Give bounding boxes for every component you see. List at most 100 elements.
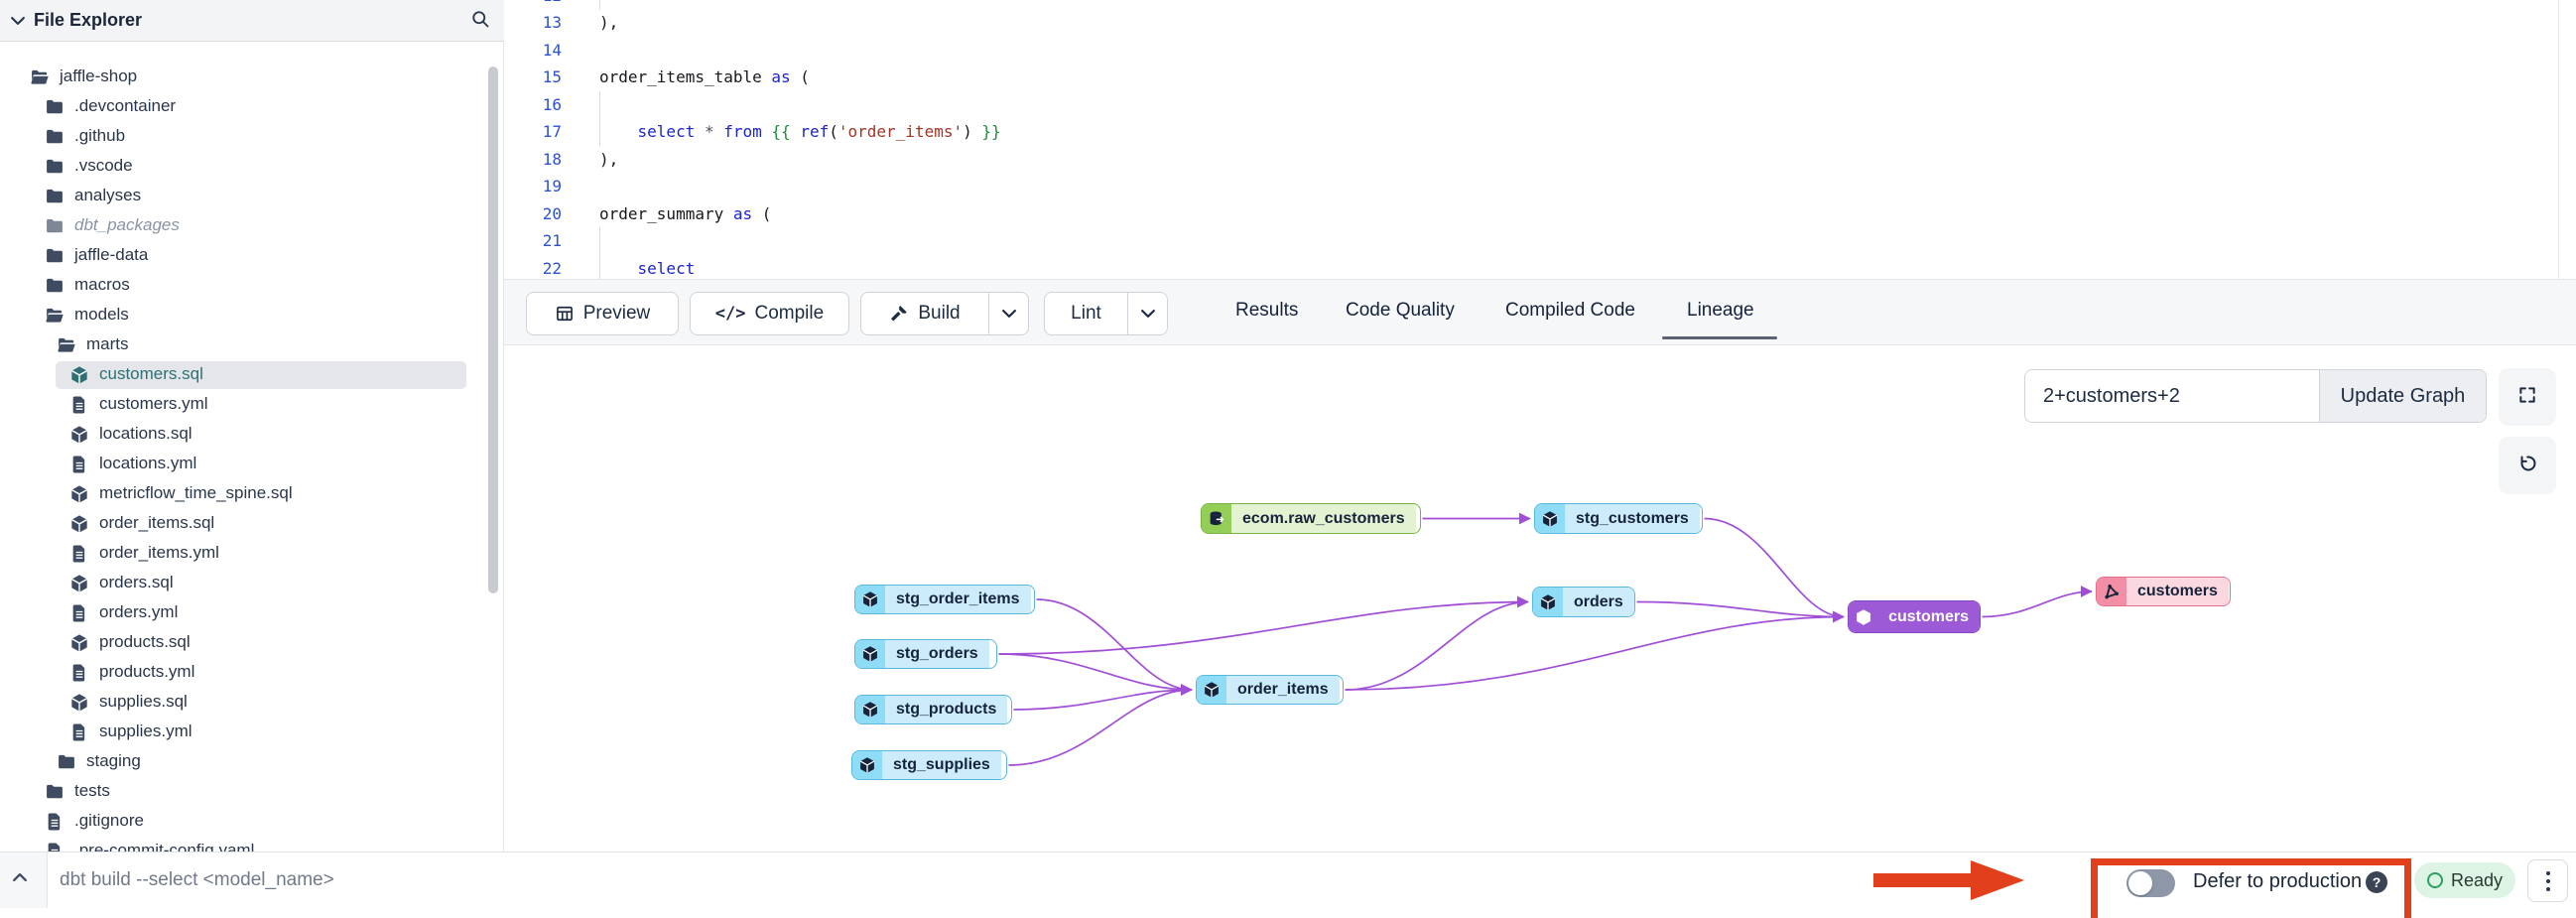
file-tree-scrollbar[interactable] bbox=[488, 66, 498, 593]
dbt-command-input[interactable] bbox=[60, 860, 1746, 900]
file-tree-item-locations-yml[interactable]: locations.yml bbox=[0, 450, 503, 479]
annotation-arrow-head bbox=[1971, 860, 2024, 900]
file-tree-item-products-sql[interactable]: products.sql bbox=[0, 628, 503, 658]
lineage-node-ecom_raw_customers[interactable]: ecom.raw_customers bbox=[1201, 503, 1421, 534]
defer-to-production-label: Defer to production bbox=[2193, 870, 2362, 893]
file-tree-item-customers-sql[interactable]: customers.sql bbox=[0, 360, 503, 390]
preview-button[interactable]: Preview bbox=[526, 292, 679, 335]
ready-status-icon bbox=[2427, 872, 2443, 888]
file-tree-item-metricflow-time-spine-sql[interactable]: metricflow_time_spine.sql bbox=[0, 479, 503, 509]
line-number: 18 bbox=[504, 146, 562, 174]
lineage-node-customers_exposure[interactable]: customers bbox=[2096, 577, 2231, 606]
lint-button[interactable]: Lint bbox=[1044, 292, 1128, 335]
folder-icon bbox=[45, 276, 64, 296]
model-icon bbox=[69, 574, 89, 593]
line-number: 13 bbox=[504, 9, 562, 37]
file-tree-item-marts[interactable]: marts bbox=[0, 330, 503, 360]
lineage-node-orders[interactable]: orders bbox=[1532, 587, 1635, 617]
file-tree-item-products-yml[interactable]: products.yml bbox=[0, 658, 503, 688]
indent-guide bbox=[599, 91, 600, 119]
node-label: stg_order_items bbox=[885, 586, 1031, 613]
file-tree-item-jaffle-data[interactable]: jaffle-data bbox=[0, 241, 503, 271]
tab-results[interactable]: Results bbox=[1235, 300, 1298, 322]
editor-scrollbar[interactable] bbox=[2558, 0, 2559, 279]
code-line-20: 20order_summary as ( bbox=[504, 200, 2576, 228]
code-line-13: 13), bbox=[504, 9, 2576, 37]
file-name: orders.yml bbox=[99, 602, 178, 622]
lineage-node-order_items[interactable]: order_items bbox=[1196, 675, 1344, 705]
doc-icon bbox=[69, 455, 89, 474]
file-tree-item-staging[interactable]: staging bbox=[0, 747, 503, 777]
file-tree-item-orders-sql[interactable]: orders.sql bbox=[0, 569, 503, 598]
node-label: orders bbox=[1563, 588, 1634, 616]
file-tree-item-customers-yml[interactable]: customers.yml bbox=[0, 390, 503, 420]
file-tree-item-tests[interactable]: tests bbox=[0, 777, 503, 807]
annotation-arrow bbox=[1873, 873, 1973, 887]
file-tree-item-supplies-yml[interactable]: supplies.yml bbox=[0, 718, 503, 747]
lineage-node-stg_products[interactable]: stg_products bbox=[854, 695, 1012, 724]
file-tree-item--gitignore[interactable]: .gitignore bbox=[0, 807, 503, 837]
file-name: orders.sql bbox=[99, 573, 174, 592]
file-tree-item-order-items-yml[interactable]: order_items.yml bbox=[0, 539, 503, 569]
button-label: Lint bbox=[1071, 303, 1101, 325]
file-explorer-header: File Explorer bbox=[0, 0, 504, 42]
fullscreen-button[interactable] bbox=[2499, 368, 2556, 426]
code-line-19: 19 bbox=[504, 173, 2576, 200]
lineage-node-customers[interactable]: customers bbox=[1848, 600, 1981, 633]
chevron-down-icon[interactable] bbox=[8, 11, 28, 31]
file-tree-item--devcontainer[interactable]: .devcontainer bbox=[0, 92, 503, 122]
node-label: ecom.raw_customers bbox=[1231, 504, 1416, 533]
file-tree-item--github[interactable]: .github bbox=[0, 122, 503, 152]
doc-icon bbox=[45, 842, 64, 852]
folder-icon bbox=[45, 216, 64, 236]
lineage-pane: ecom.raw_customers stg_customers stg_order… bbox=[504, 345, 2576, 852]
model-icon bbox=[69, 425, 89, 445]
search-icon[interactable] bbox=[470, 9, 494, 33]
lineage-node-stg_order_items[interactable]: stg_order_items bbox=[854, 585, 1035, 614]
chevron-up-icon[interactable] bbox=[10, 867, 36, 893]
tab-code-quality[interactable]: Code Quality bbox=[1346, 300, 1455, 322]
model-icon bbox=[69, 484, 89, 504]
file-name: .github bbox=[74, 126, 125, 146]
file-tree-item--pre-commit-config-yaml[interactable]: .pre-commit-config.yaml bbox=[0, 837, 503, 852]
file-tree-item--vscode[interactable]: .vscode bbox=[0, 152, 503, 182]
update-graph-button[interactable]: Update Graph bbox=[2319, 370, 2486, 422]
folder-icon bbox=[45, 97, 64, 117]
file-tree-item-jaffle-shop[interactable]: jaffle-shop bbox=[0, 63, 503, 92]
help-icon[interactable]: ? bbox=[2366, 871, 2387, 893]
model-icon bbox=[1535, 504, 1565, 533]
file-tree-item-analyses[interactable]: analyses bbox=[0, 182, 503, 211]
file-tree-item-macros[interactable]: macros bbox=[0, 271, 503, 301]
file-name: customers.sql bbox=[99, 364, 203, 384]
file-explorer-title: File Explorer bbox=[34, 10, 142, 31]
line-number: 15 bbox=[504, 64, 562, 91]
lint-dropdown-button[interactable] bbox=[1128, 292, 1168, 335]
file-tree-item-dbt-packages[interactable]: dbt_packages bbox=[0, 211, 503, 241]
file-tree-item-order-items-sql[interactable]: order_items.sql bbox=[0, 509, 503, 539]
compile-button[interactable]: </>Compile bbox=[690, 292, 849, 335]
file-tree-item-supplies-sql[interactable]: supplies.sql bbox=[0, 688, 503, 718]
file-tree-item-locations-sql[interactable]: locations.sql bbox=[0, 420, 503, 450]
file-name: marts bbox=[86, 334, 129, 354]
lineage-node-stg_orders[interactable]: stg_orders bbox=[854, 639, 997, 669]
build-dropdown-button[interactable] bbox=[989, 292, 1029, 335]
defer-to-production-toggle[interactable] bbox=[2126, 869, 2175, 897]
toggle-knob bbox=[2128, 871, 2152, 895]
file-tree-item-models[interactable]: models bbox=[0, 301, 503, 330]
lineage-node-stg_supplies[interactable]: stg_supplies bbox=[851, 750, 1007, 780]
file-tree-item-orders-yml[interactable]: orders.yml bbox=[0, 598, 503, 628]
lineage-node-stg_customers[interactable]: stg_customers bbox=[1534, 503, 1703, 534]
build-button[interactable]: Build bbox=[860, 292, 989, 335]
button-label: Build bbox=[918, 303, 960, 325]
line-number: 21 bbox=[504, 227, 562, 255]
chevron-down-icon bbox=[1138, 304, 1158, 324]
code-editor[interactable]: 1213),1415order_items_table as (1617 sel… bbox=[504, 0, 2576, 279]
tab-lineage[interactable]: Lineage bbox=[1687, 300, 1754, 322]
lineage-selector-input[interactable] bbox=[2025, 370, 2319, 422]
tab-compiled-code[interactable]: Compiled Code bbox=[1505, 300, 1635, 322]
code-line-16: 16 bbox=[504, 91, 2576, 119]
doc-icon bbox=[69, 603, 89, 623]
overflow-menu-button[interactable] bbox=[2527, 859, 2568, 902]
doc-icon bbox=[69, 663, 89, 683]
reset-view-button[interactable] bbox=[2499, 437, 2556, 494]
